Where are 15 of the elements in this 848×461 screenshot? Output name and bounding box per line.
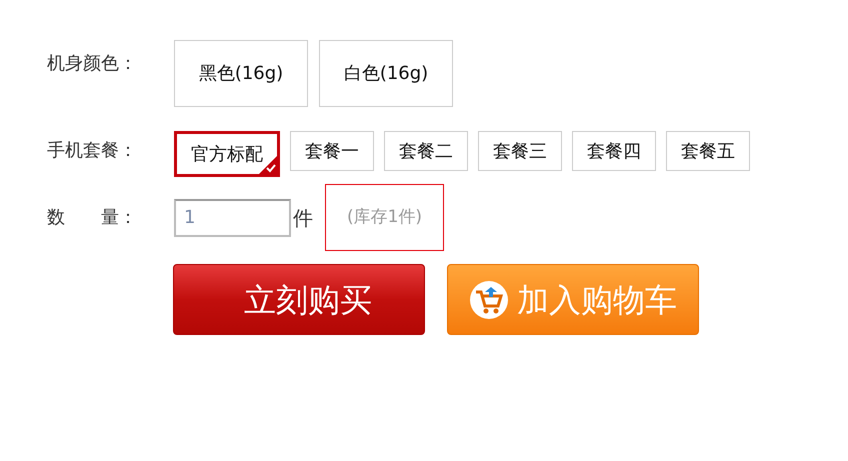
option-button[interactable]: 套餐五 xyxy=(666,131,750,171)
option-button[interactable]: 白色(16g) xyxy=(319,40,453,107)
buy-now-button[interactable]: 立刻购买 xyxy=(173,264,425,335)
option-button[interactable]: 套餐四 xyxy=(572,131,656,171)
unit-label: 件 xyxy=(293,204,313,232)
option-button[interactable]: 黑色(16g) xyxy=(174,40,308,107)
option-button[interactable]: 官方标配 xyxy=(174,131,280,177)
field-label: 数 量： xyxy=(47,206,138,230)
option-button[interactable]: 套餐二 xyxy=(384,131,468,171)
field-label: 机身颜色： xyxy=(47,52,138,76)
option-button[interactable]: 套餐一 xyxy=(290,131,374,171)
stock-text: (库存1件) xyxy=(325,184,444,251)
cart-icon xyxy=(469,280,509,320)
field-label: 手机套餐： xyxy=(47,139,138,163)
option-button[interactable]: 套餐三 xyxy=(478,131,562,171)
